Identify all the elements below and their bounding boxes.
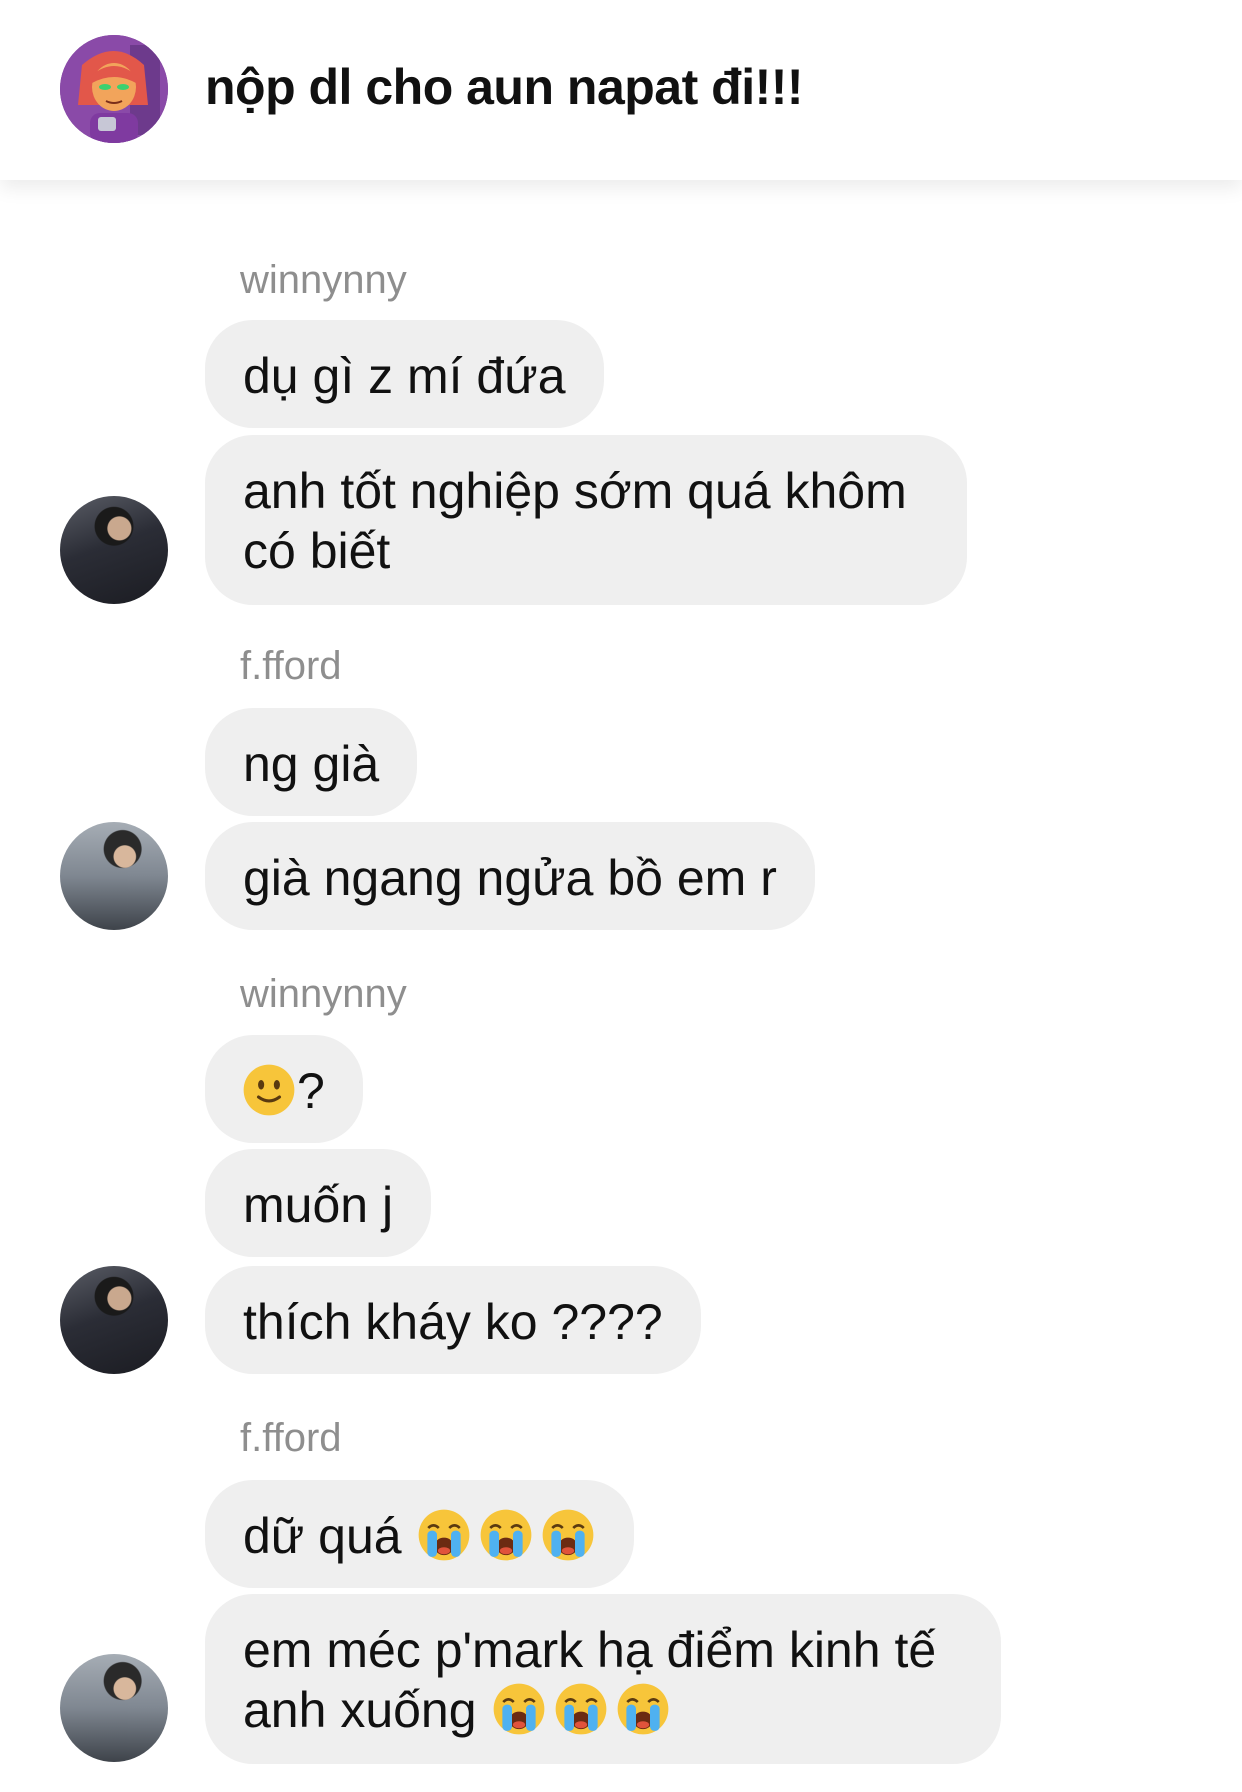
conversation-title: nộp dl cho aun napat đi!!! <box>205 59 804 115</box>
message-bubble[interactable]: muốn j <box>205 1149 432 1257</box>
avatar-f-fford[interactable] <box>60 822 168 930</box>
sender-name: winnynny <box>240 972 407 1016</box>
loudly-crying-face-emoji <box>478 1507 534 1563</box>
message-text: thích kháy ko ???? <box>243 1294 663 1350</box>
conversation-header: nộp dl cho aun napat đi!!! <box>0 0 1242 180</box>
sender-name: winnynny <box>240 258 407 302</box>
message-text: anh xuống <box>243 1682 477 1738</box>
message-text-line: anh tốt nghiệp sớm quá khôm <box>243 463 907 519</box>
cartoon-avatar-image <box>60 35 168 143</box>
message-text: ? <box>297 1063 325 1119</box>
message-bubble[interactable]: dữ quá <box>205 1480 634 1588</box>
message-text-line: em méc p'mark hạ điểm kinh tế <box>243 1622 937 1678</box>
slightly-smiling-face-emoji <box>241 1062 297 1118</box>
loudly-crying-face-emoji <box>540 1507 596 1563</box>
message-thread: winnynny dụ gì z mí đứa anh tốt nghiệp s… <box>0 180 1242 1792</box>
message-text: già ngang ngửa bồ em r <box>243 850 777 906</box>
message-bubble[interactable]: già ngang ngửa bồ em r <box>205 822 815 930</box>
avatar-f-fford[interactable] <box>60 1654 168 1762</box>
avatar-winnynny[interactable] <box>60 496 168 604</box>
message-bubble[interactable]: dụ gì z mí đứa <box>205 320 604 428</box>
message-text: dữ quá <box>243 1508 402 1564</box>
loudly-crying-face-emoji <box>491 1681 547 1737</box>
message-text-line: có biết <box>243 523 391 579</box>
loudly-crying-face-emoji <box>615 1681 671 1737</box>
message-bubble[interactable]: thích kháy ko ???? <box>205 1266 701 1374</box>
message-text: dụ gì z mí đứa <box>243 348 566 404</box>
loudly-crying-face-emoji <box>416 1507 472 1563</box>
sender-name: f.fford <box>240 644 342 688</box>
message-bubble[interactable]: ? <box>205 1035 363 1143</box>
loudly-crying-face-emoji <box>553 1681 609 1737</box>
sender-name: f.fford <box>240 1416 342 1460</box>
message-bubble[interactable]: ng già <box>205 708 418 816</box>
group-avatar[interactable] <box>60 35 168 143</box>
message-text-line-with-emoji: anh xuống <box>243 1680 963 1740</box>
message-bubble[interactable]: em méc p'mark hạ điểm kinh tế anh xuống <box>205 1594 1001 1764</box>
message-text: muốn j <box>243 1177 394 1233</box>
message-bubble[interactable]: anh tốt nghiệp sớm quá khôm có biết <box>205 435 967 605</box>
message-text: ng già <box>243 736 380 792</box>
avatar-winnynny[interactable] <box>60 1266 168 1374</box>
